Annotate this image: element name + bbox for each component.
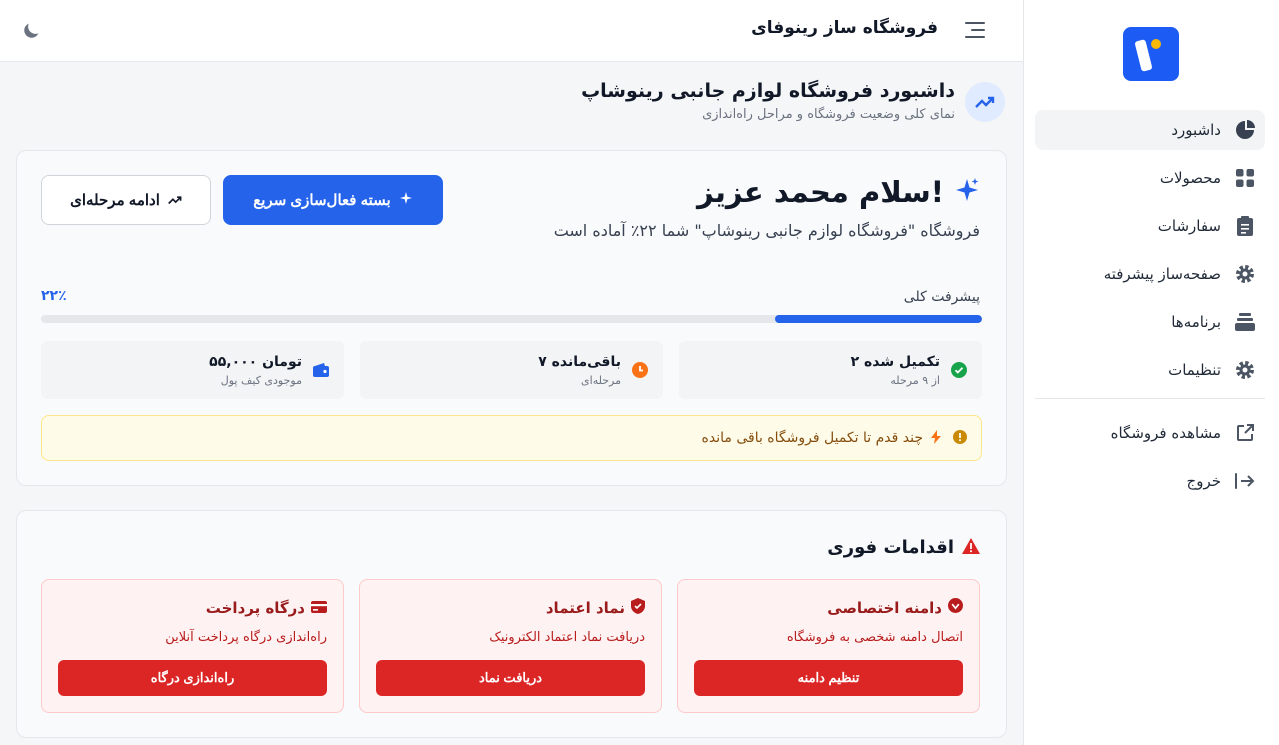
action-card-trust-badge: نماد اعتماد دریافت نماد اعتماد الکترونیک… — [359, 579, 662, 713]
sparkles-icon — [399, 191, 413, 209]
action-card-title: درگاه پرداخت — [205, 598, 305, 617]
action-card-desc: اتصال دامنه شخصی به فروشگاه — [786, 630, 963, 645]
stat-caption: از ۹ مرحله — [890, 373, 940, 387]
sidebar-item-orders[interactable]: سفارشات — [1035, 206, 1265, 246]
page-title: داشبورد فروشگاه لوازم جانبی رینوشاپ — [581, 80, 955, 102]
stat-value: ۷ باقی‌مانده — [538, 353, 621, 370]
gear-icon — [1235, 264, 1255, 284]
app-logo[interactable] — [1123, 27, 1179, 81]
setup-domain-button[interactable]: تنظیم دامنه — [694, 660, 963, 696]
top-header: فروشگاه ساز رینوفای — [0, 0, 1023, 62]
moon-icon[interactable] — [20, 20, 42, 42]
action-card-title: دامنه اختصاصی — [827, 598, 942, 617]
sidebar-item-label: سفارشات — [1157, 217, 1221, 235]
credit-card-icon — [311, 598, 327, 617]
sidebar-item-view-store[interactable]: مشاهده فروشگاه — [1035, 413, 1265, 453]
lightning-icon — [931, 429, 941, 448]
sidebar-item-dashboard[interactable]: داشبورد — [1035, 110, 1265, 150]
external-link-icon — [1235, 423, 1255, 443]
step-by-step-button[interactable]: ادامه مرحله‌ای — [41, 175, 211, 225]
clock-icon — [631, 361, 649, 379]
progress-bar — [41, 315, 982, 323]
page-subtitle: نمای کلی وضعیت فروشگاه و مراحل راه‌انداز… — [702, 107, 955, 122]
quick-actions-card: اقدامات فوری دامنه اختصاصی اتصال دامنه ش… — [16, 510, 1007, 738]
sidebar-item-label: داشبورد — [1171, 121, 1221, 139]
sidebar-item-logout[interactable]: خروج — [1035, 461, 1265, 501]
progress-label: پیشرفت کلی — [903, 289, 980, 305]
sidebar-item-products[interactable]: محصولات — [1035, 158, 1265, 198]
menu-icon[interactable] — [965, 21, 985, 39]
readiness-text: فروشگاه "فروشگاه لوازم جانبی رینوشاپ" شم… — [553, 221, 980, 240]
get-trust-badge-button[interactable]: دریافت نماد — [376, 660, 645, 696]
logout-icon — [1235, 471, 1255, 491]
warning-triangle-icon — [962, 537, 980, 558]
stat-caption: موجودی کیف پول — [220, 373, 302, 387]
stat-wallet: ۵۵,۰۰۰ تومان موجودی کیف پول — [41, 341, 344, 399]
page-header: داشبورد فروشگاه لوازم جانبی رینوشاپ نمای… — [581, 80, 1005, 122]
progress-percent: ۲۲٪ — [41, 288, 67, 304]
sidebar-item-label: تنظیمات — [1168, 361, 1221, 379]
grid-icon — [1235, 168, 1255, 188]
sidebar-item-label: صفحه‌ساز پیشرفته — [1103, 265, 1221, 283]
quick-activation-label: بسته فعال‌سازی سریع — [253, 192, 391, 209]
action-card-title: نماد اعتماد — [545, 599, 625, 617]
sidebar: داشبورد محصولات سفارشات صفحه‌ساز پیشرفته… — [1023, 0, 1279, 745]
stat-value: ۲ تکمیل شده — [850, 353, 940, 370]
action-card-domain: دامنه اختصاصی اتصال دامنه شخصی به فروشگا… — [677, 579, 980, 713]
greeting-row: سلام محمد عزیز! — [697, 175, 980, 209]
wallet-icon — [312, 361, 330, 379]
shield-icon — [631, 598, 645, 618]
action-card-payment-gateway: درگاه پرداخت راه‌اندازی درگاه پرداخت آنل… — [41, 579, 344, 713]
progress-fill — [774, 315, 982, 323]
welcome-card: سلام محمد عزیز! فروشگاه "فروشگاه لوازم ج… — [16, 150, 1007, 486]
sidebar-item-page-builder[interactable]: صفحه‌ساز پیشرفته — [1035, 254, 1265, 294]
sidebar-item-label: مشاهده فروشگاه — [1110, 424, 1221, 442]
sidebar-item-apps[interactable]: برنامه‌ها — [1035, 302, 1265, 342]
globe-icon — [948, 598, 963, 617]
sidebar-item-label: خروج — [1186, 472, 1221, 490]
alert-text: چند قدم تا تکمیل فروشگاه باقی مانده — [701, 430, 923, 446]
trending-up-icon — [965, 82, 1005, 122]
action-card-desc: دریافت نماد اعتماد الکترونیک — [489, 630, 645, 645]
quick-actions-header: اقدامات فوری — [827, 537, 980, 558]
app-title: فروشگاه ساز رینوفای — [751, 18, 938, 38]
sparkles-icon — [954, 177, 980, 207]
sidebar-item-label: برنامه‌ها — [1171, 313, 1221, 331]
stat-remaining: ۷ باقی‌مانده مرحله‌ای — [360, 341, 663, 399]
layers-icon — [1235, 312, 1255, 332]
stat-completed: ۲ تکمیل شده از ۹ مرحله — [679, 341, 982, 399]
completion-alert: چند قدم تا تکمیل فروشگاه باقی مانده — [41, 415, 982, 461]
sidebar-divider — [1035, 398, 1265, 399]
pie-chart-icon — [1235, 120, 1255, 140]
stat-caption: مرحله‌ای — [581, 373, 621, 387]
clipboard-icon — [1235, 216, 1255, 236]
quick-activation-button[interactable]: بسته فعال‌سازی سریع — [223, 175, 443, 225]
step-by-step-label: ادامه مرحله‌ای — [70, 192, 160, 209]
sidebar-item-label: محصولات — [1159, 169, 1221, 187]
greeting-text: سلام محمد عزیز! — [696, 175, 944, 209]
alert-circle-icon — [953, 429, 967, 448]
trending-up-icon — [167, 192, 182, 209]
action-card-desc: راه‌اندازی درگاه پرداخت آنلاین — [165, 630, 327, 645]
stat-value: ۵۵,۰۰۰ تومان — [209, 353, 302, 370]
sidebar-item-settings[interactable]: تنظیمات — [1035, 350, 1265, 390]
gear-icon — [1235, 360, 1255, 380]
setup-gateway-button[interactable]: راه‌اندازی درگاه — [58, 660, 327, 696]
quick-actions-title: اقدامات فوری — [827, 537, 954, 558]
sidebar-nav: داشبورد محصولات سفارشات صفحه‌ساز پیشرفته… — [1035, 110, 1265, 509]
check-circle-icon — [950, 361, 968, 379]
